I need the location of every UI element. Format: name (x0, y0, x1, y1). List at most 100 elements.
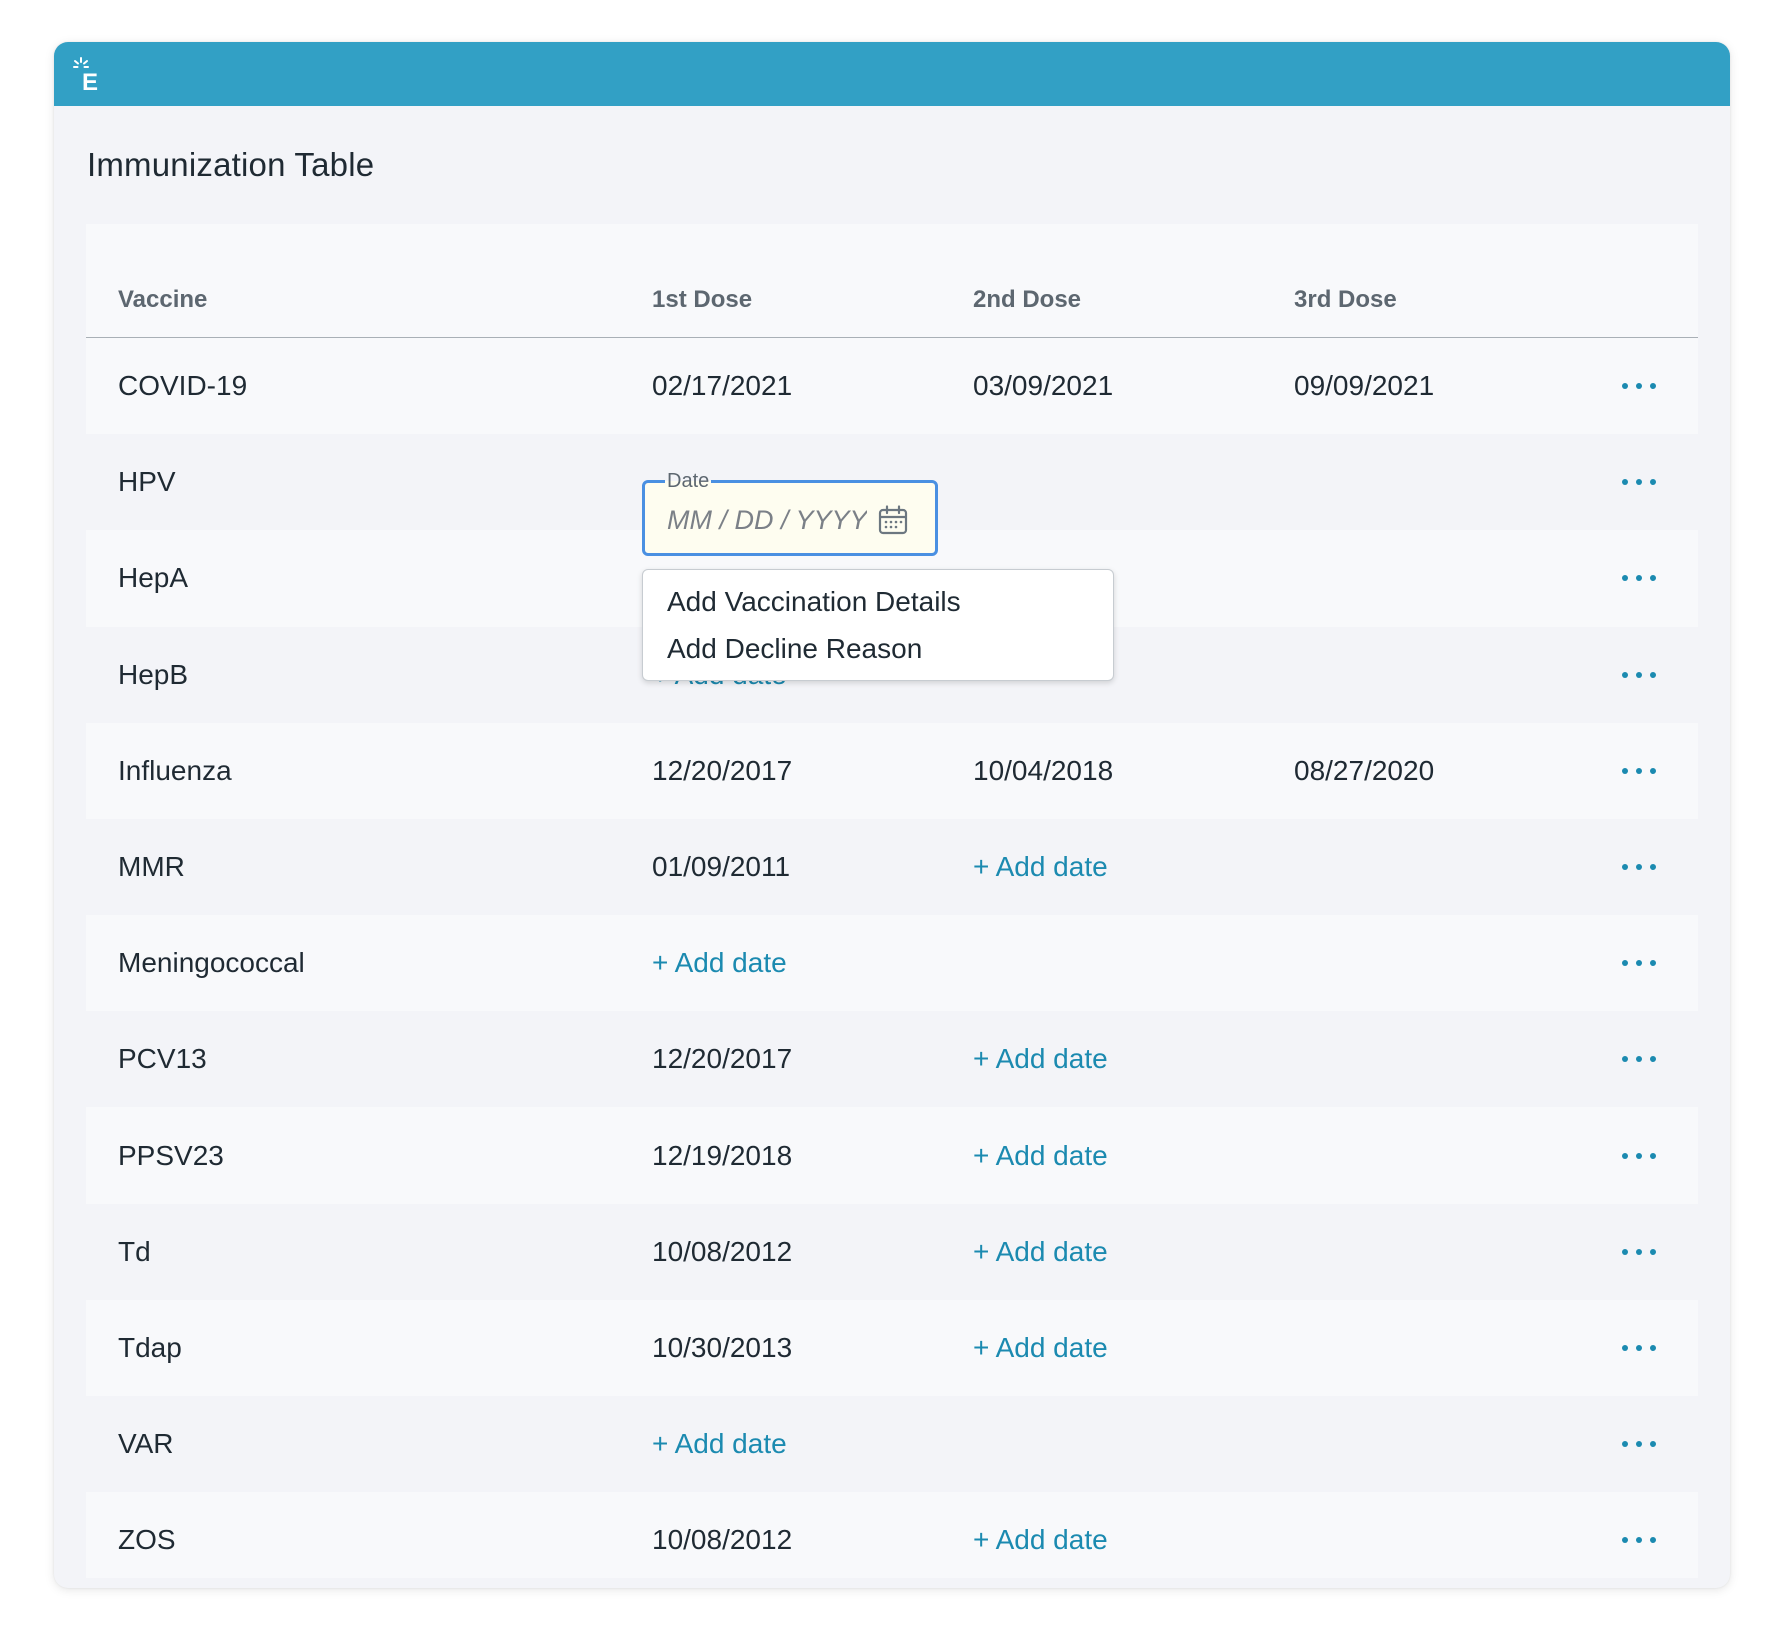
more-options-icon[interactable] (1622, 665, 1656, 685)
more-dot (1636, 1152, 1642, 1159)
more-dot (1622, 1248, 1628, 1255)
more-dot (1636, 1056, 1642, 1063)
more-dot (1650, 383, 1656, 389)
more-dot (1622, 864, 1628, 870)
add-date-link[interactable]: + Add date (973, 1011, 1108, 1107)
vaccine-name: HPV (118, 466, 176, 498)
more-options-icon[interactable] (1622, 761, 1656, 781)
more-dot (1636, 575, 1642, 582)
more-dot (1622, 767, 1628, 774)
app-logo-icon: E (73, 57, 98, 92)
more-options-icon[interactable] (1622, 1049, 1656, 1069)
vaccine-name: Td (118, 1235, 151, 1267)
more-dot (1636, 1345, 1642, 1351)
more-dot (1650, 1345, 1656, 1351)
more-dot (1622, 1056, 1628, 1063)
more-dot (1622, 1152, 1628, 1159)
dose-2-date: 10/04/2018 (973, 754, 1114, 786)
date-field-label: Date (665, 470, 712, 492)
more-options-icon[interactable] (1622, 376, 1656, 396)
add-date-link[interactable]: + Add date (652, 1396, 787, 1492)
dose-1-date: 10/30/2013 (652, 1332, 793, 1363)
table-row: ZOS 10/08/2012 + Add date (86, 1492, 1698, 1588)
more-dot (1622, 1345, 1628, 1351)
more-dot (1636, 767, 1642, 774)
more-dot (1650, 767, 1656, 774)
table-row: COVID-19 02/17/2021 03/09/2021 09/09/2021 (86, 338, 1698, 434)
dose-1-date: 10/08/2012 (652, 1524, 793, 1556)
more-dot (1650, 575, 1656, 582)
more-dot (1636, 383, 1642, 389)
more-dot (1636, 671, 1642, 678)
dose-1-date: 01/09/2011 (652, 851, 791, 882)
menu-item-add-vaccination-details[interactable]: Add Vaccination Details (667, 586, 961, 618)
column-header-1st-dose: 1st Dose (652, 286, 753, 313)
table-row: Meningococcal + Add date (86, 915, 1698, 1011)
column-header-vaccine: Vaccine (118, 286, 208, 313)
add-date-link[interactable]: + Add date (973, 1492, 1108, 1588)
add-date-link[interactable]: + Add date (973, 1300, 1108, 1396)
vaccine-name: Influenza (118, 754, 232, 786)
immunization-card: E Immunization Table Vaccine 1st Dose 2n… (54, 42, 1730, 1588)
table-row: MMR 01/09/2011 + Add date (86, 819, 1698, 915)
dose-1-date: 10/08/2012 (652, 1235, 793, 1267)
vaccine-name: ZOS (118, 1524, 176, 1556)
more-options-icon[interactable] (1622, 953, 1656, 973)
menu-item-add-decline-reason[interactable]: Add Decline Reason (667, 633, 922, 665)
more-dot (1636, 864, 1642, 870)
page-title: Immunization Table (87, 146, 375, 183)
add-date-link[interactable]: + Add date (973, 1108, 1108, 1204)
add-date-link[interactable]: + Add date (652, 915, 787, 1011)
more-dot (1622, 479, 1628, 486)
column-header-2nd-dose: 2nd Dose (973, 286, 1082, 313)
more-dot (1622, 960, 1628, 967)
add-date-link[interactable]: + Add date (973, 819, 1108, 915)
more-dot (1650, 1537, 1656, 1544)
vaccine-name: PPSV23 (118, 1139, 224, 1171)
more-dot (1650, 1248, 1656, 1255)
dose-3-date: 09/09/2021 (1294, 370, 1435, 401)
more-options-icon[interactable] (1622, 1146, 1656, 1166)
more-dot (1622, 383, 1628, 389)
table-row: Influenza 12/20/2017 10/04/2018 08/27/2020 (86, 723, 1698, 819)
more-options-icon[interactable] (1622, 1434, 1656, 1454)
vaccine-name: COVID-19 (118, 370, 248, 401)
dose-1-date: 12/20/2017 (652, 754, 793, 786)
more-dot (1650, 479, 1656, 486)
row-action-menu: Add Vaccination Details Add Decline Reas… (642, 569, 1114, 681)
more-dot (1650, 1056, 1656, 1063)
date-input[interactable] (667, 503, 867, 537)
dose-1-date: 12/20/2017 (652, 1043, 793, 1075)
more-dot (1650, 1152, 1656, 1159)
more-dot (1622, 1537, 1628, 1544)
column-header-3rd-dose: 3rd Dose (1294, 286, 1397, 313)
more-dot (1636, 960, 1642, 967)
more-options-icon[interactable] (1622, 472, 1656, 492)
more-dot (1636, 1248, 1642, 1255)
vaccine-name: MMR (118, 851, 185, 882)
more-dot (1622, 575, 1628, 582)
vaccine-name: PCV13 (118, 1043, 207, 1075)
add-date-link[interactable]: + Add date (973, 1204, 1108, 1300)
dose-1-date: 12/19/2018 (652, 1139, 793, 1171)
dose-2-date: 03/09/2021 (973, 370, 1114, 401)
more-options-icon[interactable] (1622, 1242, 1656, 1262)
more-dot (1636, 479, 1642, 486)
calendar-icon[interactable] (878, 505, 908, 535)
table-row: PCV13 12/20/2017 + Add date (86, 1011, 1698, 1108)
more-options-icon[interactable] (1622, 568, 1656, 588)
table-header: Vaccine 1st Dose 2nd Dose 3rd Dose (86, 224, 1698, 338)
more-options-icon[interactable] (1622, 1338, 1656, 1358)
more-options-icon[interactable] (1622, 857, 1656, 877)
more-dot (1650, 960, 1656, 967)
vaccine-name: VAR (118, 1428, 174, 1460)
more-options-icon[interactable] (1622, 1530, 1656, 1550)
table-row: PPSV23 12/19/2018 + Add date (86, 1108, 1698, 1204)
more-dot (1636, 1537, 1642, 1544)
date-field[interactable]: Date (642, 471, 938, 556)
table-row: Tdap 10/30/2013 + Add date (86, 1300, 1698, 1396)
vaccine-name: HepB (118, 658, 189, 690)
more-dot (1622, 671, 1628, 678)
svg-text:E: E (82, 69, 98, 92)
more-dot (1636, 1441, 1642, 1448)
